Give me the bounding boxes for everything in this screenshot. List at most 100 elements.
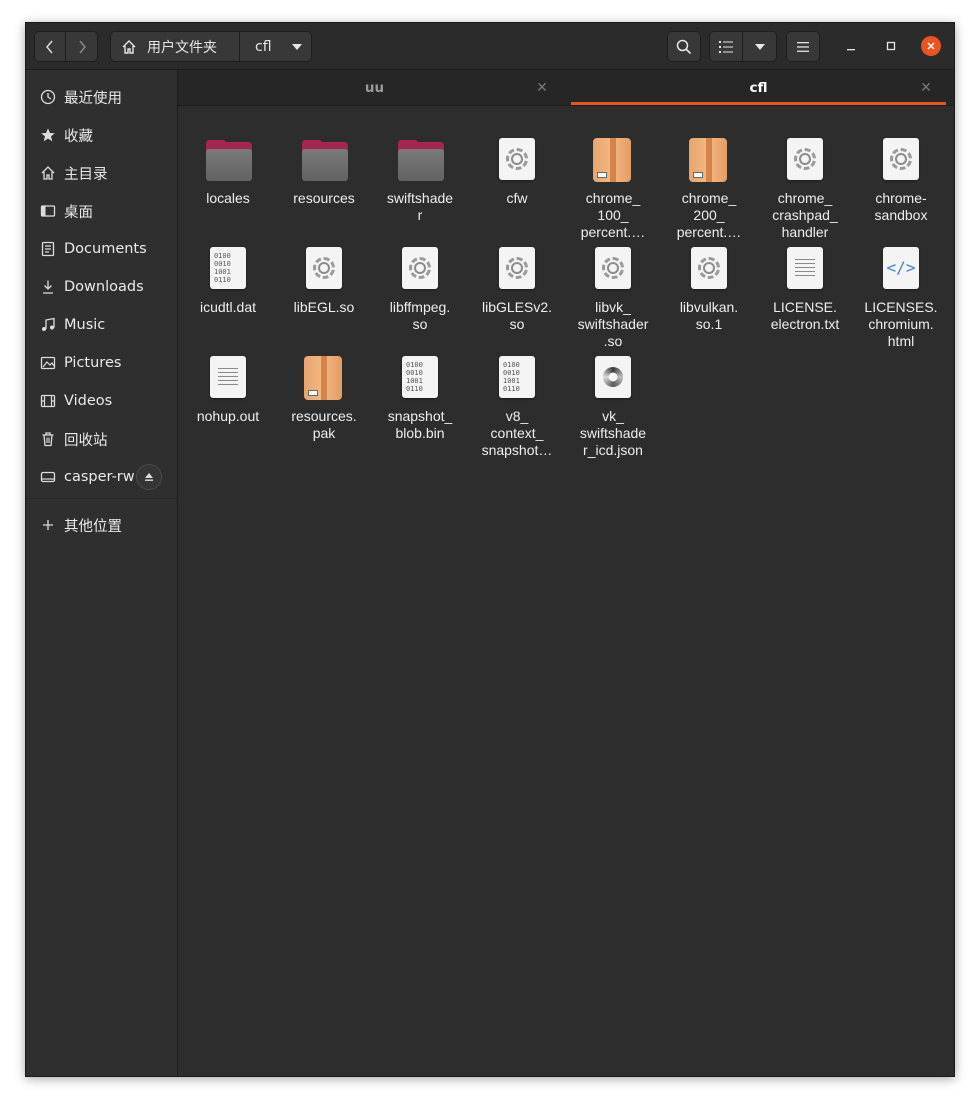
sidebar-item-documents[interactable]: Documents <box>26 231 177 267</box>
file-name: vk_ swiftshade r_icd.json <box>579 408 647 458</box>
file-icon <box>783 138 827 182</box>
desktop-icon <box>40 203 56 219</box>
json-file-icon <box>595 356 631 398</box>
tab-cfl[interactable]: cfl <box>571 70 946 106</box>
documents-icon <box>40 241 56 257</box>
file-icon <box>687 138 731 182</box>
path-home-button[interactable]: 用户文件夹 <box>110 31 240 62</box>
file-icon <box>302 138 348 182</box>
home-icon <box>40 165 56 181</box>
sidebar-item-label: 主目录 <box>64 166 108 183</box>
tab-uu[interactable]: uu <box>178 70 571 106</box>
back-button[interactable] <box>34 31 66 62</box>
file-name: chrome_ 200_ percent.… <box>676 190 742 240</box>
file-icon <box>302 356 346 400</box>
star-icon <box>40 127 56 143</box>
sidebar-item-label: 桌面 <box>64 204 93 221</box>
file-icon: </> <box>879 247 923 291</box>
tab-bar: uu ✕ cfl ✕ <box>178 70 954 106</box>
file-icon: 0100 0010 1001 0110 <box>206 247 250 291</box>
file-name: libvk_ swiftshader .so <box>577 299 649 349</box>
sidebar-item-label: Videos <box>64 393 113 409</box>
executable-icon <box>691 247 727 289</box>
file-manager-window: 用户文件夹 cfl 最近使用 收藏 主目录 桌面 Documents Downl… <box>25 22 955 1077</box>
sidebar-item-trash[interactable]: 回收站 <box>26 421 177 457</box>
sidebar-item-desktop[interactable]: 桌面 <box>26 193 177 229</box>
sidebar-item-label: 收藏 <box>64 128 93 145</box>
file-name: chrome_ crashpad_ handler <box>772 190 838 240</box>
close-button[interactable] <box>916 31 946 61</box>
executable-icon <box>883 138 919 180</box>
file-name: v8_ context_ snapshot… <box>481 408 553 458</box>
home-icon <box>122 39 136 54</box>
executable-icon <box>787 138 823 180</box>
recent-icon <box>40 89 56 105</box>
maximize-button[interactable] <box>876 31 906 61</box>
path-current-label: cfl <box>255 38 272 55</box>
eject-icon[interactable] <box>136 464 162 490</box>
sidebar-item-home[interactable]: 主目录 <box>26 155 177 191</box>
sidebar-item-label: Downloads <box>64 279 144 295</box>
file-name: resources <box>293 190 355 206</box>
file-icon: 0100 0010 1001 0110 <box>495 356 539 400</box>
file-icon <box>302 247 346 291</box>
close-tab-icon[interactable]: ✕ <box>534 80 550 96</box>
caret-down-icon <box>754 43 765 50</box>
sidebar-item-music[interactable]: Music <box>26 307 177 343</box>
sidebar-item-label: 其他位置 <box>64 518 122 535</box>
search-button[interactable] <box>667 31 701 62</box>
trash-icon <box>40 431 56 447</box>
file-icon <box>591 356 635 400</box>
file-name: swiftshade r <box>386 190 454 223</box>
file-name: snapshot_ blob.bin <box>387 408 453 441</box>
file-name: chrome- sandbox <box>874 190 928 223</box>
file-name: libffmpeg. so <box>389 299 451 332</box>
music-icon <box>40 317 56 333</box>
sidebar-item-casper-rw[interactable]: casper-rw <box>26 459 177 495</box>
pictures-icon <box>40 355 56 371</box>
file-icon <box>495 138 539 182</box>
sidebar-separator <box>26 498 177 499</box>
path-current-button[interactable]: cfl <box>240 31 312 62</box>
minimize-icon <box>847 49 855 51</box>
list-view-button[interactable] <box>709 31 743 62</box>
downloads-icon <box>40 279 56 295</box>
file-name: icudtl.dat <box>199 299 257 315</box>
close-circle <box>921 36 941 56</box>
forward-button[interactable] <box>66 31 98 62</box>
sidebar-item-starred[interactable]: 收藏 <box>26 117 177 153</box>
navigation-buttons <box>34 31 98 62</box>
chevron-right-icon <box>78 40 86 53</box>
file-icon <box>591 247 635 291</box>
sidebar-item-videos[interactable]: Videos <box>26 383 177 419</box>
view-options-button[interactable] <box>743 31 777 62</box>
close-tab-icon[interactable]: ✕ <box>918 80 934 96</box>
package-icon <box>689 138 727 182</box>
executable-icon <box>595 247 631 289</box>
sidebar-item-other-locations[interactable]: 其他位置 <box>26 507 177 543</box>
minimize-button[interactable] <box>836 31 866 61</box>
main-menu-button[interactable] <box>786 31 820 62</box>
file-name: libEGL.so <box>293 299 355 315</box>
caret-down-icon <box>291 43 302 50</box>
chevron-left-icon <box>46 40 53 53</box>
content-area: uu ✕ cfl ✕ locales resources swiftshade r c… <box>178 70 954 1076</box>
file-icon <box>206 356 250 400</box>
file-name: locales <box>206 190 250 206</box>
file-icon <box>783 247 827 291</box>
file-name: libGLESv2. so <box>481 299 553 332</box>
executable-icon <box>306 247 342 289</box>
plus-icon <box>40 517 56 533</box>
sidebar-item-label: 最近使用 <box>64 90 122 107</box>
sidebar-item-recent[interactable]: 最近使用 <box>26 79 177 115</box>
binary-file-icon: 0100 0010 1001 0110 <box>499 356 535 398</box>
executable-icon <box>499 247 535 289</box>
file-name: LICENSES. chromium. html <box>864 299 938 349</box>
drive-icon <box>40 469 56 485</box>
sidebar-item-pictures[interactable]: Pictures <box>26 345 177 381</box>
close-icon <box>927 42 935 50</box>
active-tab-indicator <box>571 102 946 105</box>
file-name: chrome_ 100_ percent.… <box>580 190 646 240</box>
sidebar-item-downloads[interactable]: Downloads <box>26 269 177 305</box>
headerbar: 用户文件夹 cfl <box>26 23 954 70</box>
